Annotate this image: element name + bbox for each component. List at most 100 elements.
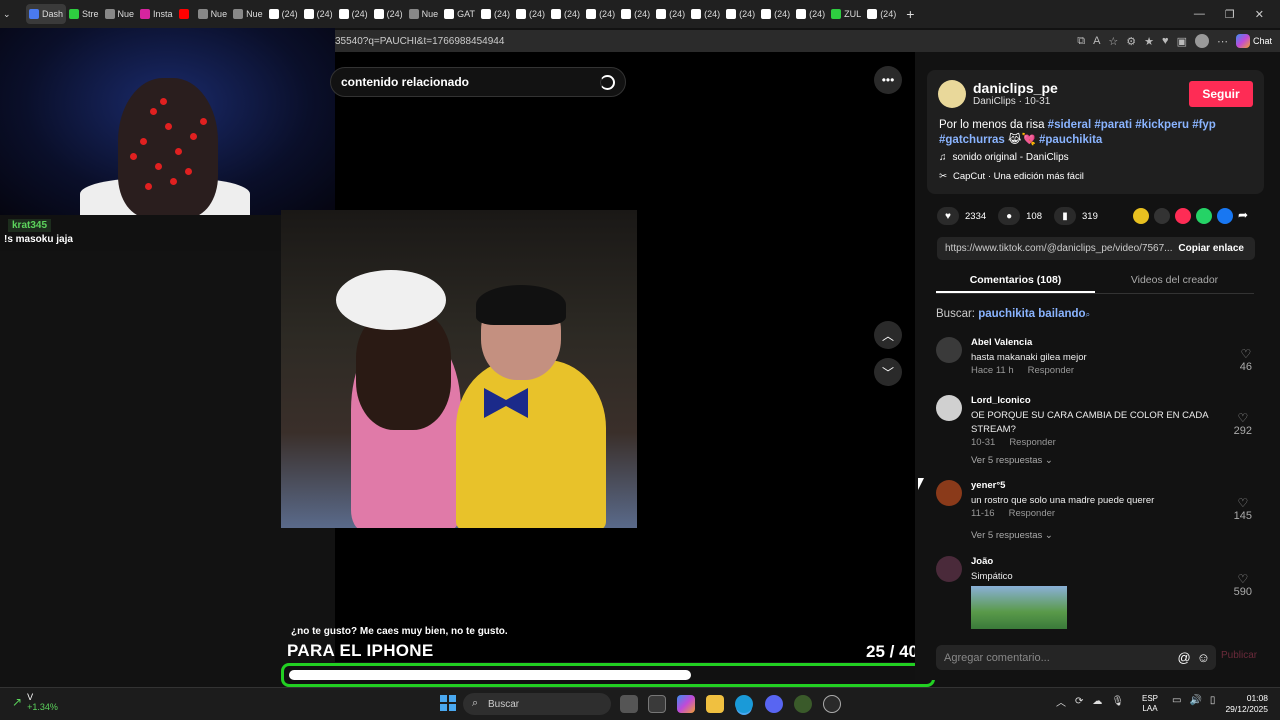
capcut-link[interactable]: ✂ CapCut · Una edición más fácil xyxy=(939,171,1084,182)
browser-tab[interactable]: Insta xyxy=(137,4,176,24)
previous-video-button[interactable]: ︿ xyxy=(874,321,902,349)
creator-username[interactable]: daniclips_pe xyxy=(973,80,1058,96)
translate-icon[interactable]: A xyxy=(1093,35,1100,47)
copilot-chat-button[interactable]: Chat xyxy=(1235,34,1272,48)
reply-button[interactable]: Responder xyxy=(1009,508,1055,519)
comment-like[interactable]: ♡ 590 xyxy=(1234,572,1252,598)
follow-button[interactable]: Seguir xyxy=(1189,81,1253,107)
hashtag-link[interactable]: #pauchikita xyxy=(1039,134,1102,146)
browser-tab[interactable]: (24) xyxy=(864,4,899,24)
edge-browser-icon[interactable] xyxy=(735,695,753,713)
display-icon[interactable]: ▭ xyxy=(1172,695,1181,706)
browser-tab[interactable]: GAT xyxy=(441,4,478,24)
browser-tab[interactable]: Nue xyxy=(230,4,266,24)
browser-tab[interactable]: Nue xyxy=(195,4,231,24)
app-icon[interactable] xyxy=(794,695,812,713)
app-icon[interactable] xyxy=(823,695,841,713)
view-replies-button[interactable]: Ver 5 respuestas ⌄ xyxy=(971,530,1053,541)
related-search-suggestion[interactable]: Buscar: pauchikita bailando⌕ xyxy=(936,308,1090,320)
browser-tab[interactable]: (24) xyxy=(513,4,548,24)
minimize-button[interactable]: — xyxy=(1194,8,1205,21)
reply-button[interactable]: Responder xyxy=(1009,437,1055,448)
browser-tab[interactable]: Dash xyxy=(26,4,67,24)
browser-tab[interactable]: (24) xyxy=(653,4,688,24)
browser-tab[interactable]: (24) xyxy=(688,4,723,24)
commenter-avatar[interactable] xyxy=(936,337,962,363)
browser-tab[interactable] xyxy=(176,4,195,24)
related-search-input[interactable]: contenido relacionado xyxy=(330,67,626,97)
volume-icon[interactable]: 🔊 xyxy=(1189,695,1201,706)
browser-tab[interactable]: (24) xyxy=(723,4,758,24)
add-comment-input[interactable]: Agregar comentario... @ ☺ xyxy=(936,645,1216,670)
hashtag-link[interactable]: #gatchurras xyxy=(939,134,1005,146)
heart-icon[interactable]: ♥ xyxy=(937,207,959,225)
maximize-button[interactable]: ❐ xyxy=(1225,8,1235,21)
open-in-app-icon[interactable]: ⧉ xyxy=(1077,35,1085,48)
facebook-icon[interactable] xyxy=(1217,208,1233,224)
commenter-name[interactable]: Abel Valencia xyxy=(971,337,1032,348)
embed-code-icon[interactable] xyxy=(1154,208,1170,224)
browser-tab[interactable]: (24) xyxy=(583,4,618,24)
repost-icon[interactable] xyxy=(1133,208,1149,224)
hashtag-link[interactable]: #sideral xyxy=(1048,119,1091,131)
browser-tab[interactable]: (24) xyxy=(336,4,371,24)
chevron-up-icon[interactable]: ︿ xyxy=(1056,694,1066,709)
commenter-name[interactable]: Lord_Iconico xyxy=(971,395,1031,406)
send-to-friends-icon[interactable] xyxy=(1175,208,1191,224)
extensions-icon[interactable]: ⚙ xyxy=(1126,35,1136,48)
browser-tab[interactable]: (24) xyxy=(478,4,513,24)
browser-tab[interactable]: (24) xyxy=(618,4,653,24)
favorite-star-icon[interactable]: ☆ xyxy=(1108,35,1118,48)
taskbar-search[interactable]: ⌕ Buscar xyxy=(463,693,611,715)
battery-icon[interactable]: ▯ xyxy=(1210,695,1216,706)
publish-button[interactable]: Publicar xyxy=(1221,650,1257,661)
emoji-icon[interactable]: ☺ xyxy=(1197,650,1210,665)
address-bar[interactable]: 35540?q=PAUCHI&t=1766988454944 ⧉ A ☆ ⚙ ★… xyxy=(335,30,1280,52)
cloud-icon[interactable]: ☁ xyxy=(1092,696,1102,707)
sync-icon[interactable]: ⟳ xyxy=(1075,696,1083,707)
commenter-avatar[interactable] xyxy=(936,395,962,421)
browser-tab[interactable]: (24) xyxy=(758,4,793,24)
browser-tab[interactable]: Stre xyxy=(66,4,102,24)
more-menu-icon[interactable]: ⋯ xyxy=(1217,35,1228,48)
reply-button[interactable]: Responder xyxy=(1028,365,1074,376)
start-button[interactable] xyxy=(440,695,456,711)
commenter-avatar[interactable] xyxy=(936,556,962,582)
comment-image[interactable] xyxy=(971,586,1067,629)
search-icon[interactable] xyxy=(600,74,615,90)
file-explorer-icon[interactable] xyxy=(706,695,724,713)
more-options-button[interactable]: ••• xyxy=(874,66,902,94)
store-icon[interactable] xyxy=(648,695,666,713)
copy-link-button[interactable]: Copiar enlace xyxy=(1178,243,1244,254)
browser-tab[interactable]: ZUL xyxy=(828,4,864,24)
comment-like[interactable]: ♡ 145 xyxy=(1234,496,1252,522)
browser-tab[interactable]: (24) xyxy=(793,4,828,24)
whatsapp-icon[interactable] xyxy=(1196,208,1212,224)
commenter-name[interactable]: yener°5 xyxy=(971,480,1005,491)
hashtag-link[interactable]: #kickperu xyxy=(1135,119,1189,131)
view-replies-button[interactable]: Ver 5 respuestas ⌄ xyxy=(971,455,1053,466)
mention-icon[interactable]: @ xyxy=(1178,650,1191,665)
browser-tab[interactable]: Nue xyxy=(406,4,442,24)
tab-creator-videos[interactable]: Videos del creador xyxy=(1095,270,1254,293)
browser-tab[interactable]: (24) xyxy=(371,4,406,24)
browser-tab[interactable]: (24) xyxy=(266,4,301,24)
share-arrow-icon[interactable]: ➦ xyxy=(1238,208,1248,224)
language-indicator[interactable]: ESP LAA xyxy=(1142,694,1158,714)
browser-tab[interactable]: Nue xyxy=(102,4,138,24)
commenter-avatar[interactable] xyxy=(936,480,962,506)
collections-icon[interactable]: ▣ xyxy=(1177,35,1187,48)
tab-comments[interactable]: Comentarios (108) xyxy=(936,270,1095,293)
hashtag-link[interactable]: #fyp xyxy=(1192,119,1216,131)
favorites-icon[interactable]: ★ xyxy=(1144,35,1154,48)
tab-menu-button[interactable]: ⌄ xyxy=(0,4,26,24)
task-view-icon[interactable] xyxy=(620,695,638,713)
new-tab-button[interactable]: + xyxy=(903,4,917,24)
browser-tab[interactable]: (24) xyxy=(548,4,583,24)
creator-avatar[interactable] xyxy=(938,80,966,108)
comment-like[interactable]: ♡ 292 xyxy=(1234,411,1252,437)
commenter-name[interactable]: João xyxy=(971,556,993,567)
microphone-icon[interactable]: 🎙 xyxy=(1111,696,1124,707)
music-link[interactable]: ♫ sonido original - DaniClips xyxy=(939,152,1069,163)
close-window-button[interactable]: ✕ xyxy=(1255,8,1264,21)
